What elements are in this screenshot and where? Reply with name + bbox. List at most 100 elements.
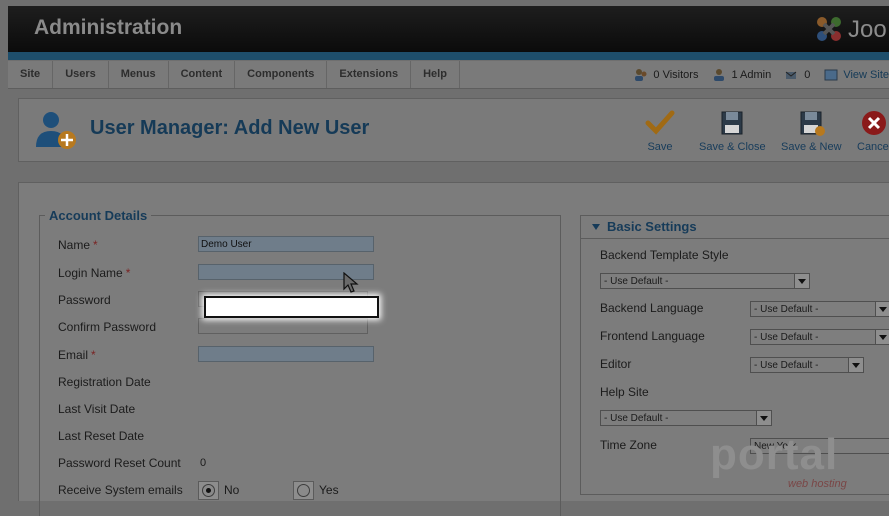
save-new-label: Save & New: [781, 141, 842, 153]
save-close-label: Save & Close: [699, 141, 766, 153]
frontend-language-label: Frontend Language: [600, 329, 705, 343]
menu-components[interactable]: Components: [235, 61, 328, 88]
confirm-password-input[interactable]: [198, 318, 368, 334]
dropdown-arrow-icon: [875, 330, 889, 344]
menu-menus[interactable]: Menus: [109, 61, 169, 88]
frontend-language-select[interactable]: - Use Default -: [750, 329, 889, 345]
dropdown-arrow-icon: [756, 411, 771, 425]
backend-template-select[interactable]: - Use Default -: [600, 273, 810, 289]
add-user-icon: [36, 112, 76, 149]
menu-help[interactable]: Help: [411, 61, 460, 88]
save-close-button[interactable]: Save & Close: [699, 109, 766, 153]
editor-select[interactable]: - Use Default -: [750, 357, 864, 373]
help-site-label: Help Site: [600, 385, 649, 399]
main-menu: Site Users Menus Content Components Exte…: [8, 61, 460, 88]
radio-no[interactable]: [202, 484, 215, 497]
visitors-count: 0 Visitors: [653, 68, 699, 81]
toolbar: User Manager: Add New User Save Save & C…: [18, 98, 889, 162]
account-details-fieldset: [39, 215, 561, 516]
backend-language-label: Backend Language: [600, 301, 704, 315]
view-site-status[interactable]: View Site: [824, 68, 889, 82]
visitors-icon: [635, 68, 647, 81]
main-menu-bar: Site Users Menus Content Components Exte…: [8, 61, 889, 89]
email-label: Email *: [58, 348, 96, 362]
joomla-logo[interactable]: Joo: [814, 14, 889, 46]
save-button[interactable]: Save: [645, 109, 675, 153]
radio-yes-label: Yes: [319, 483, 339, 497]
basic-settings-header[interactable]: Basic Settings: [581, 216, 889, 239]
password-highlight-field[interactable]: [204, 296, 379, 318]
save-new-button[interactable]: Save & New: [781, 109, 842, 153]
editor-label: Editor: [600, 357, 632, 371]
radio-dot: [206, 488, 211, 493]
admins-count: 1 Admin: [731, 68, 772, 81]
name-input[interactable]: Demo User: [198, 236, 374, 252]
last-reset-date-label: Last Reset Date: [58, 429, 145, 443]
messages-status[interactable]: 0: [785, 68, 810, 82]
frontend-language-value: - Use Default -: [754, 332, 819, 343]
watermark-text: portal: [710, 430, 839, 479]
checkmark-icon: [645, 110, 675, 135]
basic-settings-title: Basic Settings: [607, 219, 697, 234]
cancel-button[interactable]: Cancel: [857, 109, 889, 153]
messages-count: 0: [804, 68, 811, 81]
receive-system-emails-label: Receive System emails: [58, 483, 183, 497]
logo-text: Joo: [848, 16, 887, 43]
menu-extensions[interactable]: Extensions: [327, 61, 412, 88]
watermark-subtext: web hosting: [788, 478, 847, 490]
admins-status: 1 Admin: [712, 68, 771, 82]
status-bar: 0 Visitors 1 Admin 0 View Site: [620, 61, 889, 88]
password-reset-count-label: Password Reset Count: [58, 456, 181, 470]
time-zone-label: Time Zone: [600, 438, 657, 452]
joomla-logo-icon: [817, 17, 841, 41]
menu-content[interactable]: Content: [169, 61, 236, 88]
view-site-link[interactable]: View Site: [843, 69, 889, 81]
menu-site[interactable]: Site: [8, 61, 54, 88]
visitors-status: 0 Visitors: [634, 68, 698, 82]
name-label-text: Name: [58, 238, 91, 252]
radio-no-box[interactable]: [198, 481, 219, 500]
radio-yes-box[interactable]: [293, 481, 314, 500]
name-label: Name *: [58, 238, 98, 252]
required-mark: *: [91, 348, 96, 362]
dropdown-arrow-icon: [794, 274, 809, 288]
admin-header: Administration Joo: [8, 6, 889, 52]
save-label: Save: [647, 141, 673, 153]
email-label-text: Email: [58, 348, 89, 362]
portal-watermark: portal web hosting: [710, 430, 880, 500]
backend-language-value: - Use Default -: [754, 304, 819, 315]
required-mark: *: [125, 266, 131, 280]
view-site-icon: [824, 69, 838, 80]
backend-language-select[interactable]: - Use Default -: [750, 301, 889, 317]
password-reset-count-value: 0: [200, 457, 207, 469]
login-name-label-text: Login Name: [58, 266, 123, 280]
cancel-icon: [862, 111, 887, 135]
messages-icon: [785, 71, 797, 79]
account-details-legend: Account Details: [45, 208, 152, 223]
radio-no-label: No: [224, 483, 240, 497]
menu-users[interactable]: Users: [53, 61, 109, 88]
registration-date-label: Registration Date: [58, 375, 151, 389]
mouse-cursor-icon: [343, 272, 359, 293]
help-site-value: - Use Default -: [604, 413, 669, 424]
password-label: Password: [58, 293, 111, 307]
dropdown-arrow-icon: [848, 358, 863, 372]
admin-title: Administration: [34, 16, 183, 39]
dropdown-arrow-icon: [875, 302, 889, 316]
radio-yes[interactable]: [297, 484, 310, 497]
backend-template-value: - Use Default -: [604, 276, 669, 287]
admin-user-icon: [714, 68, 725, 81]
collapse-arrow-icon: [592, 224, 600, 230]
email-input[interactable]: [198, 346, 374, 362]
save-icon: [721, 111, 743, 135]
editor-value: - Use Default -: [754, 360, 819, 371]
header-accent-bar: [8, 52, 889, 60]
last-visit-date-label: Last Visit Date: [58, 402, 136, 416]
required-mark: *: [93, 238, 98, 252]
login-name-label: Login Name *: [58, 266, 130, 280]
help-site-select[interactable]: - Use Default -: [600, 410, 772, 426]
confirm-password-label: Confirm Password: [58, 320, 157, 334]
backend-template-label: Backend Template Style: [600, 248, 729, 262]
save-new-icon: [800, 111, 826, 136]
page-title: User Manager: Add New User: [90, 117, 370, 139]
